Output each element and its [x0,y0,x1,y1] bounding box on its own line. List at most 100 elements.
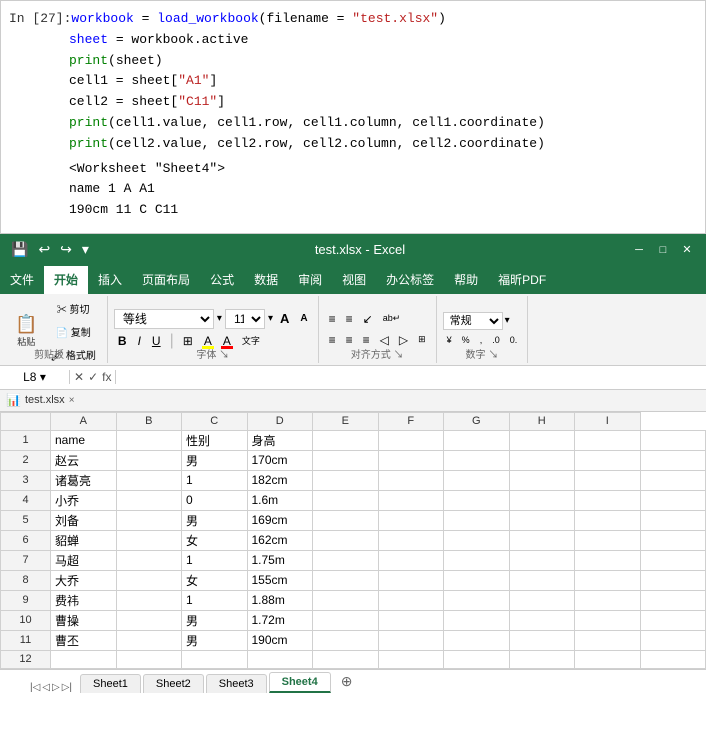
cell[interactable]: 1.6m [247,490,313,510]
dropdown-icon[interactable]: ▾ [79,239,92,260]
maximize-button[interactable]: □ [652,239,674,261]
cell[interactable] [378,550,444,570]
cell[interactable] [575,610,641,630]
add-sheet-button[interactable]: ⊕ [333,670,361,693]
cell[interactable] [313,570,379,590]
cell[interactable] [116,470,182,490]
cell[interactable]: 155cm [247,570,313,590]
cell[interactable] [444,470,510,490]
cell[interactable]: 1 [182,550,248,570]
menu-pagelayout[interactable]: 页面布局 [132,266,200,294]
cell-reference-box[interactable]: L8 ▾ [0,370,70,384]
cell[interactable]: 女 [182,530,248,550]
col-header-F[interactable]: F [378,412,444,430]
cell[interactable] [575,490,641,510]
cell[interactable] [116,430,182,450]
cell[interactable]: 1 [182,590,248,610]
cell[interactable] [116,590,182,610]
row-header-10[interactable]: 10 [1,610,51,630]
cell[interactable]: 小乔 [51,490,117,510]
cell[interactable] [575,590,641,610]
row-header-6[interactable]: 6 [1,530,51,550]
decimal-increase-button[interactable]: .0 [488,333,504,347]
cell[interactable]: name [51,430,117,450]
menu-data[interactable]: 数据 [244,266,288,294]
cell[interactable]: 马超 [51,550,117,570]
cell[interactable] [640,490,706,510]
file-tab-close-button[interactable]: × [69,395,75,406]
cell[interactable]: 大乔 [51,570,117,590]
cell[interactable] [116,610,182,630]
number-format-select[interactable]: 常规 [443,312,503,330]
cell[interactable] [575,450,641,470]
cell[interactable] [640,590,706,610]
cell[interactable] [640,470,706,490]
cell[interactable]: 169cm [247,510,313,530]
sheet-tab-sheet2[interactable]: Sheet2 [143,674,204,693]
save-icon[interactable]: 💾 [8,239,31,260]
cell[interactable] [378,630,444,650]
cell[interactable] [378,510,444,530]
cell[interactable] [640,510,706,530]
row-header-8[interactable]: 8 [1,570,51,590]
sheet-nav-first[interactable]: |◁ [30,682,40,693]
cell[interactable]: 男 [182,450,248,470]
cell[interactable] [444,590,510,610]
font-size-select[interactable]: 11 [225,309,265,329]
menu-formulas[interactable]: 公式 [200,266,244,294]
copy-button[interactable]: 📄 复制 [45,321,100,342]
sheet-tab-sheet4[interactable]: Sheet4 [269,672,331,693]
percent-button[interactable]: % [458,333,474,347]
font-increase-button[interactable]: A [276,309,293,328]
cell[interactable]: 曹操 [51,610,117,630]
cell[interactable] [444,650,510,668]
redo-icon[interactable]: ↪ [57,239,75,260]
cell[interactable]: 男 [182,610,248,630]
cell[interactable] [313,470,379,490]
cell[interactable]: 费祎 [51,590,117,610]
cell[interactable] [378,430,444,450]
file-tab-name[interactable]: test.xlsx [25,394,65,406]
cell[interactable] [116,630,182,650]
cell[interactable] [509,490,575,510]
col-header-G[interactable]: G [444,412,510,430]
cell[interactable] [444,570,510,590]
cell[interactable] [575,570,641,590]
cell[interactable] [313,550,379,570]
cell[interactable] [575,470,641,490]
cell[interactable] [378,650,444,668]
cell[interactable] [509,470,575,490]
cell[interactable] [313,430,379,450]
cell[interactable] [509,590,575,610]
row-header-1[interactable]: 1 [1,430,51,450]
font-name-select[interactable]: 等线 [114,309,214,329]
cell[interactable] [378,570,444,590]
cell[interactable]: 190cm [247,630,313,650]
cell[interactable] [575,630,641,650]
menu-help[interactable]: 帮助 [444,266,488,294]
cell[interactable] [575,530,641,550]
decimal-decrease-button[interactable]: 0. [506,333,522,347]
menu-officetab[interactable]: 办公标签 [376,266,444,294]
font-decrease-button[interactable]: A [296,311,311,326]
cell[interactable]: 1.88m [247,590,313,610]
cell[interactable] [116,550,182,570]
cell[interactable] [575,430,641,450]
cell[interactable]: 诸葛亮 [51,470,117,490]
sheet-tab-sheet1[interactable]: Sheet1 [80,674,141,693]
cell[interactable] [509,650,575,668]
cell[interactable] [313,510,379,530]
cell[interactable] [116,510,182,530]
cell[interactable] [116,450,182,470]
cell[interactable] [509,450,575,470]
currency-button[interactable]: ¥ [443,333,456,347]
cell[interactable] [640,570,706,590]
cell[interactable] [116,530,182,550]
cell[interactable] [509,610,575,630]
cancel-formula-icon[interactable]: ✕ [74,370,84,384]
cell[interactable] [313,590,379,610]
row-header-5[interactable]: 5 [1,510,51,530]
col-header-I[interactable]: I [575,412,641,430]
cell[interactable] [444,630,510,650]
cell[interactable] [575,510,641,530]
